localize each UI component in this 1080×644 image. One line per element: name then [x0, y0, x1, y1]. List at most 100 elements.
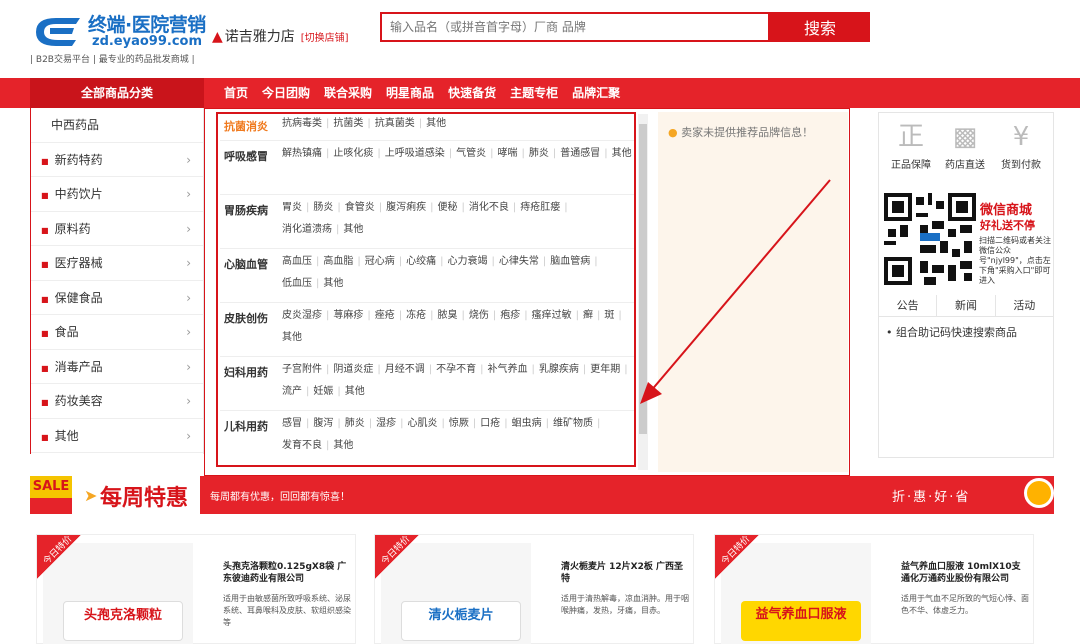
category-link[interactable]: 胃炎 [282, 202, 302, 213]
category-link[interactable]: 心律失常 [499, 256, 539, 267]
category-link[interactable]: 其他 [333, 440, 353, 451]
category-link[interactable]: 荨麻疹 [333, 310, 363, 321]
category-link[interactable]: 肠炎 [313, 202, 333, 213]
category-link[interactable]: 流产 [282, 386, 302, 397]
sidebar-item-cosmetics[interactable]: ■ 药妆美容 › [31, 384, 203, 419]
tab-news[interactable]: 新闻 [937, 295, 996, 316]
tab-announcement[interactable]: 公告 [879, 295, 938, 316]
category-heading[interactable]: 胃肠疾病 [224, 202, 268, 218]
nav-item-joint-purchase[interactable]: 联合采购 [324, 78, 372, 108]
product-title[interactable]: 益气养血口服液 10mlX10支 通化万通药业股份有限公司 [901, 561, 1029, 585]
product-card[interactable]: 益气养血口服液 今日特价 益气养血口服液 10mlX10支 通化万通药业股份有限… [714, 534, 1034, 644]
category-link[interactable]: 其他 [343, 224, 363, 235]
category-heading[interactable]: 儿科用药 [224, 418, 268, 434]
nav-item-theme-counter[interactable]: 主题专柜 [510, 78, 558, 108]
category-link[interactable]: 食管炎 [345, 202, 375, 213]
sidebar-item-disinfection[interactable]: ■ 消毒产品 › [31, 350, 203, 384]
product-title[interactable]: 头孢克洛颗粒0.125gX8袋 广东彼迪药业有限公司 [223, 561, 351, 585]
category-heading[interactable]: 抗菌消炎 [224, 118, 268, 134]
category-link[interactable]: 肺炎 [529, 148, 549, 159]
category-link[interactable]: 其他 [345, 386, 365, 397]
category-heading[interactable]: 呼吸感冒 [224, 148, 268, 164]
category-heading[interactable]: 皮肤创伤 [224, 310, 268, 326]
product-card[interactable]: 清火栀麦片 今日特价 清火栀麦片 12片X2板 广西圣特 适用于清热解毒，凉血消… [374, 534, 694, 644]
notice-item[interactable]: • 组合助记码快速搜索商品 [886, 324, 1017, 340]
category-link[interactable]: 冠心病 [365, 256, 395, 267]
category-link[interactable]: 不孕不育 [436, 364, 476, 375]
dropdown-scrollbar[interactable] [638, 114, 648, 470]
sidebar-item-medical-devices[interactable]: ■ 医疗器械 › [31, 246, 203, 281]
product-title[interactable]: 清火栀麦片 12片X2板 广西圣特 [561, 561, 689, 585]
category-link[interactable]: 抗菌类 [333, 118, 363, 129]
category-link[interactable]: 冻疮 [406, 310, 426, 321]
sidebar-item-raw-materials[interactable]: ■ 原料药 › [31, 212, 203, 246]
sidebar-item-health-food[interactable]: ■ 保健食品 › [31, 281, 203, 315]
category-link[interactable]: 抗病毒类 [282, 118, 322, 129]
sidebar-item-western-chinese-medicine[interactable]: 中西药品 [31, 108, 203, 143]
category-link[interactable]: 感冒 [282, 418, 302, 429]
category-link[interactable]: 其他 [323, 278, 343, 289]
category-link[interactable]: 瘙痒过敏 [532, 310, 572, 321]
category-link[interactable]: 上呼吸道感染 [385, 148, 445, 159]
category-link[interactable]: 抗真菌类 [375, 118, 415, 129]
category-link[interactable]: 阴道炎症 [333, 364, 373, 375]
category-link[interactable]: 心肌炎 [408, 418, 438, 429]
category-link[interactable]: 癣 [583, 310, 593, 321]
category-link[interactable]: 其他 [426, 118, 446, 129]
category-link[interactable]: 湿疹 [376, 418, 396, 429]
site-logo[interactable]: 终端·医院营销 zd.eyao99.com | B2B交易平台 | 最专业的药品… [28, 8, 206, 66]
nav-item-quick-stock[interactable]: 快速备货 [448, 78, 496, 108]
category-link[interactable]: 解热镇痛 [282, 148, 322, 159]
category-link[interactable]: 消化道溃疡 [282, 224, 332, 235]
category-link[interactable]: 心绞痛 [406, 256, 436, 267]
category-link[interactable]: 发育不良 [282, 440, 322, 451]
category-link[interactable]: 肺炎 [345, 418, 365, 429]
category-link[interactable]: 痔疮肛瘘 [520, 202, 560, 213]
nav-item-home[interactable]: 首页 [224, 78, 248, 108]
category-link[interactable]: 便秘 [438, 202, 458, 213]
sidebar-item-new-drugs[interactable]: ■ 新药特药 › [31, 143, 203, 177]
category-link[interactable]: 更年期 [590, 364, 620, 375]
sidebar-item-other[interactable]: ■ 其他 › [31, 419, 203, 453]
category-link[interactable]: 月经不调 [385, 364, 425, 375]
category-link[interactable]: 乳腺疾病 [539, 364, 579, 375]
category-link[interactable]: 气管炎 [456, 148, 486, 159]
nav-item-group-buy[interactable]: 今日团购 [262, 78, 310, 108]
category-link[interactable]: 腹泻 [313, 418, 333, 429]
category-link[interactable]: 脓臭 [438, 310, 458, 321]
scrollbar-thumb[interactable] [639, 124, 647, 434]
category-link[interactable]: 高血压 [282, 256, 312, 267]
category-link[interactable]: 高血脂 [323, 256, 353, 267]
category-link[interactable]: 心力衰竭 [448, 256, 488, 267]
category-link[interactable]: 口疮 [480, 418, 500, 429]
category-link[interactable]: 妊娠 [313, 386, 333, 397]
nav-item-brands[interactable]: 品牌汇聚 [572, 78, 620, 108]
tab-activity[interactable]: 活动 [996, 295, 1053, 316]
category-link[interactable]: 子宫附件 [282, 364, 322, 375]
category-link[interactable]: 其他 [282, 332, 302, 343]
category-link[interactable]: 消化不良 [469, 202, 509, 213]
category-link[interactable]: 补气养血 [488, 364, 528, 375]
category-link[interactable]: 普通感冒 [560, 148, 600, 159]
category-link[interactable]: 其他 [612, 148, 632, 159]
category-link[interactable]: 低血压 [282, 278, 312, 289]
category-link[interactable]: 哮喘 [498, 148, 518, 159]
category-link[interactable]: 止咳化痰 [333, 148, 373, 159]
nav-item-star-products[interactable]: 明星商品 [386, 78, 434, 108]
category-link[interactable]: 痤疮 [375, 310, 395, 321]
category-link[interactable]: 腹泻痢疾 [386, 202, 426, 213]
category-heading[interactable]: 妇科用药 [224, 364, 268, 380]
all-categories-button[interactable]: 全部商品分类 [30, 78, 204, 108]
category-heading[interactable]: 心脑血管 [224, 256, 268, 272]
search-button[interactable]: 搜索 [770, 12, 870, 42]
sidebar-item-food[interactable]: ■ 食品 › [31, 315, 203, 350]
product-card[interactable]: 头孢克洛颗粒 今日特价 头孢克洛颗粒0.125gX8袋 广东彼迪药业有限公司 适… [36, 534, 356, 644]
category-link[interactable]: 烧伤 [469, 310, 489, 321]
category-link[interactable]: 惊厥 [449, 418, 469, 429]
switch-shop-link[interactable]: [切换店铺] [301, 33, 349, 44]
category-link[interactable]: 疱疹 [500, 310, 520, 321]
category-link[interactable]: 皮炎湿疹 [282, 310, 322, 321]
category-link[interactable]: 维矿物质 [553, 418, 593, 429]
category-link[interactable]: 脑血管病 [550, 256, 590, 267]
category-link[interactable]: 蛔虫病 [512, 418, 542, 429]
